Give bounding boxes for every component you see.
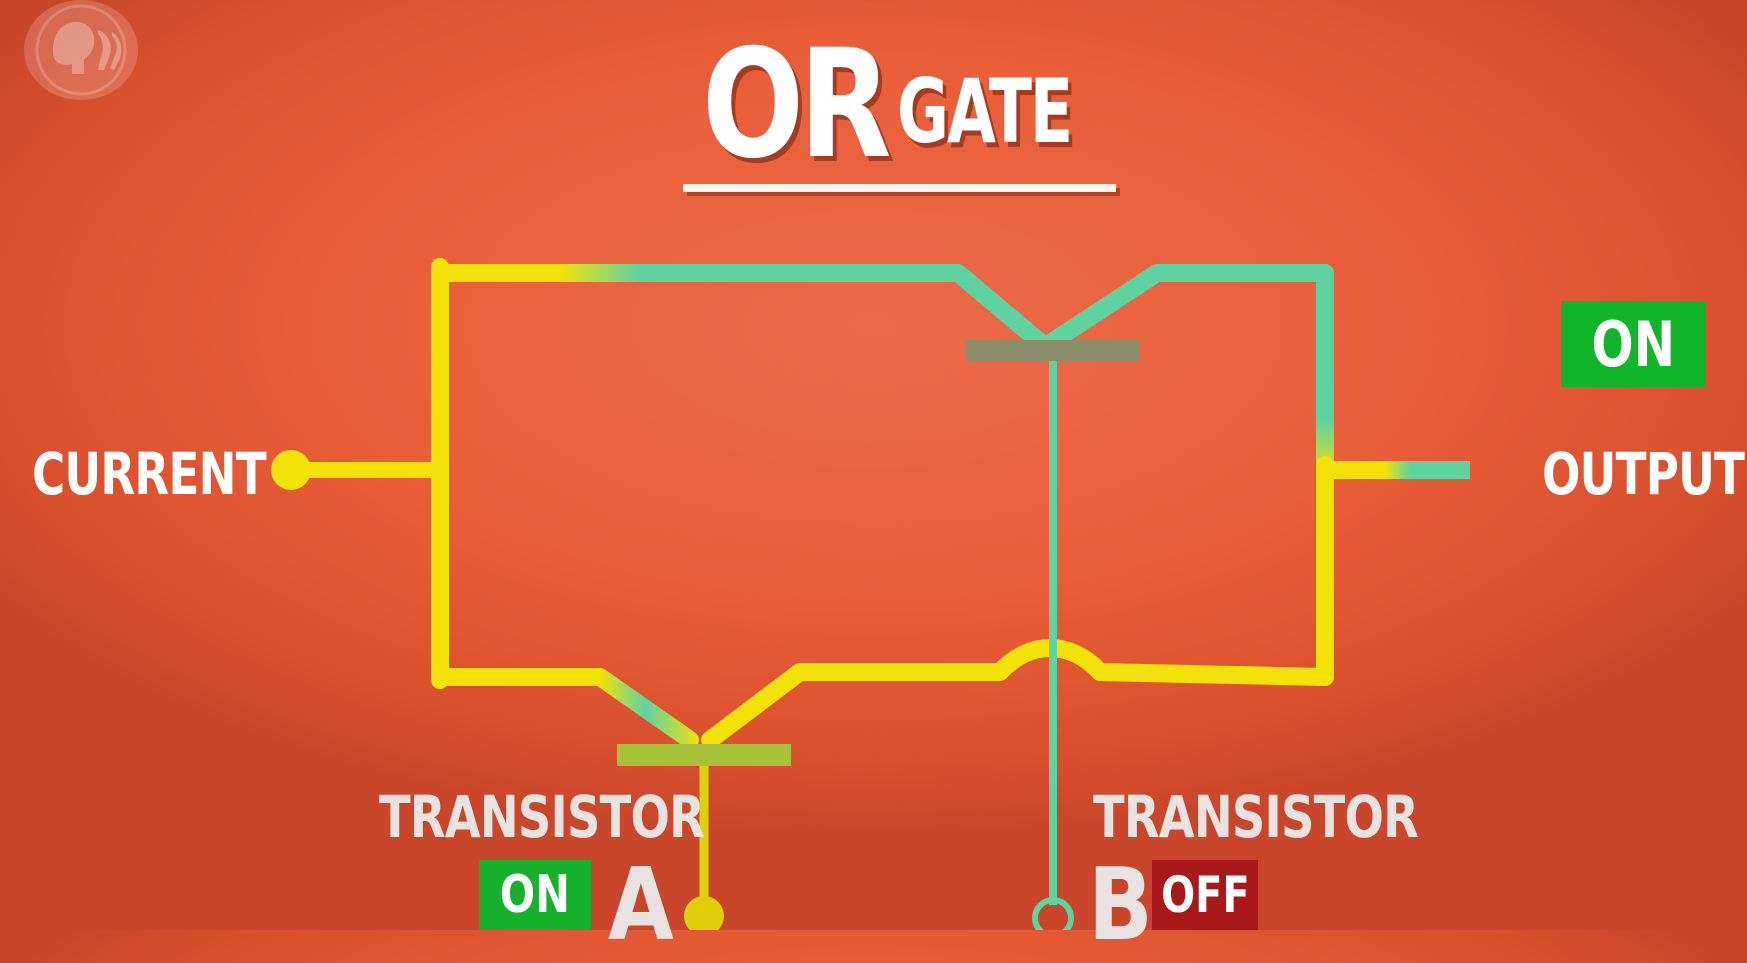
output-status-text: ON — [1591, 307, 1675, 381]
transistor-b-gate — [966, 340, 1140, 361]
output-label: OUTPUT — [1542, 440, 1745, 508]
current-label: CURRENT — [32, 440, 267, 508]
transistor-a-terminal — [684, 896, 724, 930]
transistor-b-status-text: OFF — [1160, 866, 1250, 924]
current-input-terminal — [271, 450, 311, 490]
transistor-b-status-badge: OFF — [1152, 860, 1258, 930]
bottom-rail-wire — [431, 639, 1334, 749]
transistor-a-letter: A — [608, 846, 674, 963]
transistor-b-letter: B — [1088, 846, 1153, 963]
transistor-a-status-text: ON — [499, 865, 571, 925]
transistor-a-label: TRANSISTOR — [379, 783, 705, 851]
transistor-a-status-badge: ON — [479, 860, 591, 930]
output-status-badge: ON — [1561, 301, 1705, 387]
transistor-b-label: TRANSISTOR — [1093, 783, 1419, 851]
top-rail-wire — [431, 264, 1334, 351]
transistor-a-gate — [617, 744, 791, 766]
